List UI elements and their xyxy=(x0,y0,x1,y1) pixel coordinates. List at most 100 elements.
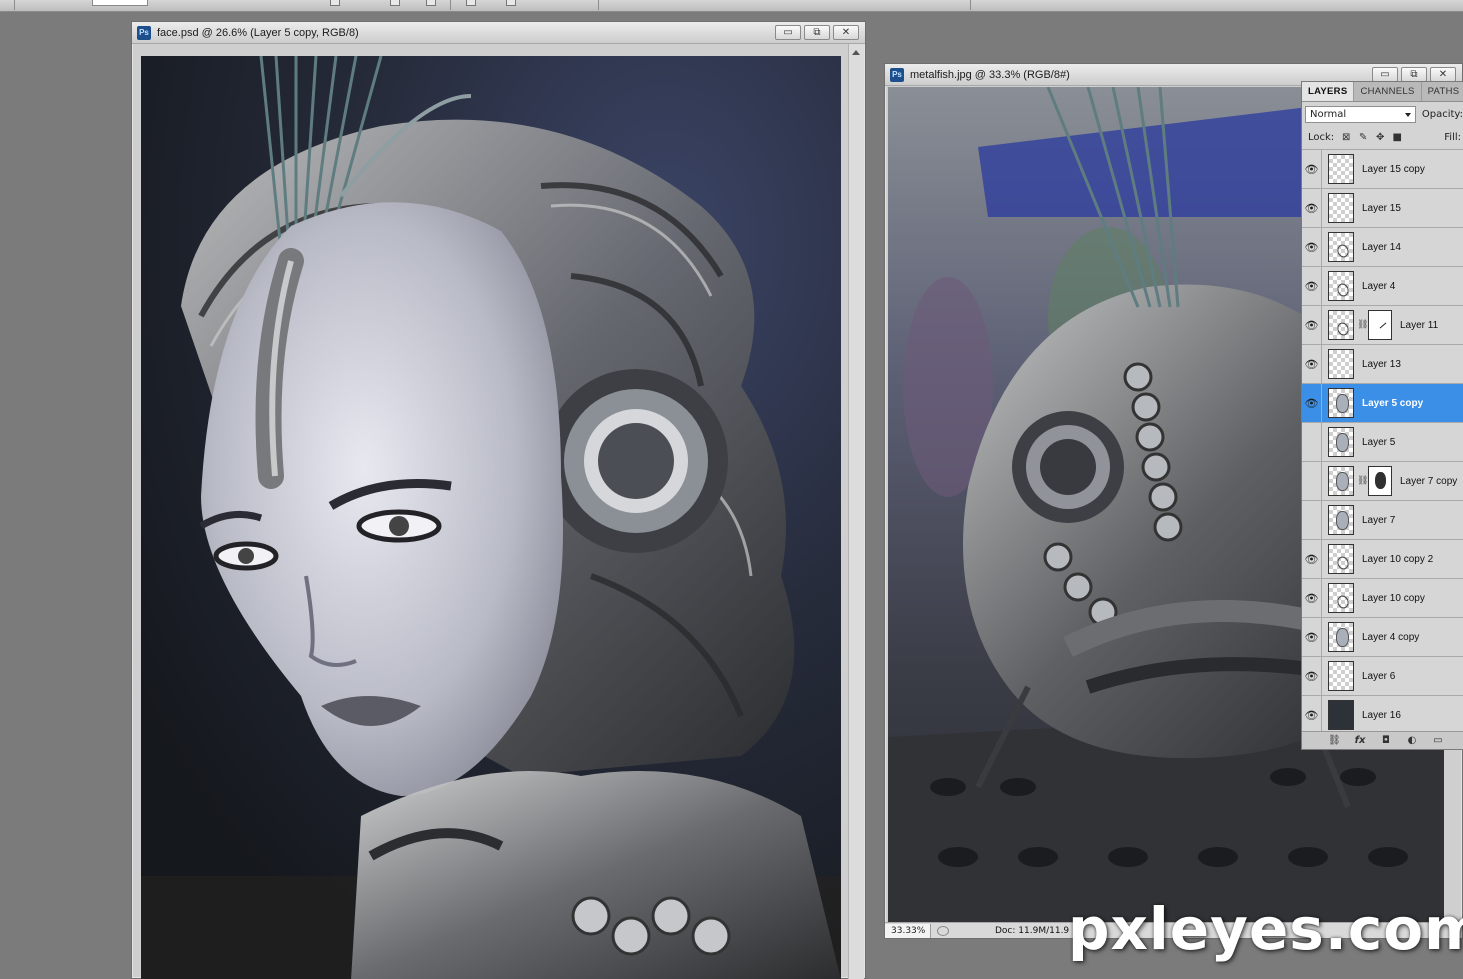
layer-row[interactable]: 👁 Layer 4 xyxy=(1302,267,1463,306)
layer-list: 👁 Layer 15 copy 👁 Layer 15 👁 Layer 14 👁 … xyxy=(1302,150,1463,735)
lock-move-icon[interactable]: ✥ xyxy=(1375,132,1385,143)
metalfish-window-title: metalfish.jpg @ 33.3% (RGB/8#) xyxy=(910,68,1070,81)
blend-mode-select[interactable]: Normal xyxy=(1305,105,1416,123)
minimize-button[interactable]: ▭ xyxy=(1372,67,1398,82)
tab-layers[interactable]: LAYERS xyxy=(1302,82,1355,101)
status-menu-icon[interactable] xyxy=(937,925,949,936)
tool-option-icon[interactable] xyxy=(426,0,436,6)
chain-link-icon[interactable]: ⛓ xyxy=(1357,476,1368,486)
face-vertical-scrollbar[interactable] xyxy=(848,44,864,979)
layer-name: Layer 16 xyxy=(1362,709,1401,721)
face-window-title: face.psd @ 26.6% (Layer 5 copy, RGB/8) xyxy=(157,26,359,39)
separator xyxy=(14,0,15,10)
scroll-up-icon[interactable] xyxy=(852,50,860,55)
layer-thumbnail xyxy=(1328,388,1354,418)
visibility-toggle[interactable]: 👁 xyxy=(1302,696,1322,734)
lock-brush-icon[interactable]: ✎ xyxy=(1358,132,1368,143)
new-group-icon[interactable]: ▭ xyxy=(1432,735,1444,747)
layer-thumbnail xyxy=(1328,622,1354,652)
zoom-level[interactable]: 33.33% xyxy=(885,923,931,938)
layer-name: Layer 6 xyxy=(1362,670,1396,682)
layer-name: Layer 5 copy xyxy=(1362,397,1424,409)
watermark: pxleyes.com xyxy=(1068,895,1463,963)
tool-option-icon[interactable] xyxy=(466,0,476,6)
layer-thumbnail xyxy=(1328,271,1354,301)
tab-paths[interactable]: PATHS xyxy=(1422,82,1463,101)
layer-row[interactable]: 👁 Layer 16 xyxy=(1302,696,1463,735)
maximize-button[interactable]: ⧉ xyxy=(804,25,830,40)
photoshop-icon: Ps xyxy=(137,25,151,40)
options-field[interactable] xyxy=(92,0,148,6)
layer-row[interactable]: 👁 Layer 10 copy 2 xyxy=(1302,540,1463,579)
eye-icon: 👁 xyxy=(1304,552,1319,566)
face-document-window[interactable]: Ps face.psd @ 26.6% (Layer 5 copy, RGB/8… xyxy=(131,21,866,979)
lock-row: Lock: ⊠ ✎ ✥ ■ Fill: xyxy=(1302,126,1463,150)
layer-thumbnail xyxy=(1328,154,1354,184)
layer-row-selected[interactable]: 👁 Layer 5 copy xyxy=(1302,384,1463,423)
layer-name: Layer 5 xyxy=(1362,436,1396,448)
tab-channels[interactable]: CHANNELS xyxy=(1354,82,1422,101)
face-title-bar[interactable]: Ps face.psd @ 26.6% (Layer 5 copy, RGB/8… xyxy=(132,22,865,44)
layer-thumbnail xyxy=(1328,583,1354,613)
layer-row[interactable]: 👁 Layer 4 copy xyxy=(1302,618,1463,657)
layer-mask-thumbnail[interactable] xyxy=(1368,310,1392,340)
lock-transparent-icon[interactable]: ⊠ xyxy=(1341,132,1351,143)
layers-panel: LAYERS CHANNELS PATHS Normal Opacity: Lo… xyxy=(1301,81,1463,750)
eye-icon: 👁 xyxy=(1304,630,1319,644)
layer-row[interactable]: 👁 Layer 6 xyxy=(1302,657,1463,696)
visibility-toggle[interactable]: 👁 xyxy=(1302,228,1322,266)
minimize-button[interactable]: ▭ xyxy=(775,25,801,40)
document-info: Doc: 11.9M/11.9 xyxy=(995,925,1070,936)
visibility-toggle[interactable]: 👁 xyxy=(1302,501,1322,539)
eye-icon: 👁 xyxy=(1304,279,1319,293)
photoshop-icon: Ps xyxy=(890,67,904,82)
eye-icon: 👁 xyxy=(1304,201,1319,215)
layer-mask-thumbnail[interactable] xyxy=(1368,466,1392,496)
layer-row[interactable]: 👁 Layer 15 xyxy=(1302,189,1463,228)
layer-thumbnail xyxy=(1328,193,1354,223)
visibility-toggle[interactable]: 👁 xyxy=(1302,462,1322,500)
layer-row[interactable]: 👁 ⛓ Layer 11 xyxy=(1302,306,1463,345)
tool-option-icon[interactable] xyxy=(506,0,516,6)
maximize-button[interactable]: ⧉ xyxy=(1401,67,1427,82)
visibility-toggle[interactable]: 👁 xyxy=(1302,540,1322,578)
layer-thumbnail xyxy=(1328,505,1354,535)
link-layers-icon[interactable]: ⛓ xyxy=(1328,735,1341,747)
visibility-toggle[interactable]: 👁 xyxy=(1302,150,1322,188)
eye-icon: 👁 xyxy=(1304,669,1319,683)
layer-row[interactable]: 👁 Layer 7 xyxy=(1302,501,1463,540)
visibility-toggle[interactable]: 👁 xyxy=(1302,384,1322,422)
layer-row[interactable]: 👁 Layer 14 xyxy=(1302,228,1463,267)
layer-row[interactable]: 👁 Layer 13 xyxy=(1302,345,1463,384)
tool-option-icon[interactable] xyxy=(390,0,400,6)
visibility-toggle[interactable]: 👁 xyxy=(1302,657,1322,695)
adjustment-layer-icon[interactable]: ◐ xyxy=(1406,735,1418,747)
visibility-toggle[interactable]: 👁 xyxy=(1302,579,1322,617)
layer-row[interactable]: 👁 ⛓ Layer 7 copy xyxy=(1302,462,1463,501)
visibility-toggle[interactable]: 👁 xyxy=(1302,618,1322,656)
add-mask-icon[interactable]: ◘ xyxy=(1380,735,1392,747)
robot-face-artwork xyxy=(141,56,841,979)
layer-name: Layer 4 xyxy=(1362,280,1396,292)
chain-link-icon[interactable]: ⛓ xyxy=(1357,320,1368,330)
visibility-toggle[interactable]: 👁 xyxy=(1302,423,1322,461)
visibility-toggle[interactable]: 👁 xyxy=(1302,267,1322,305)
layers-panel-footer: ⛓ fx ◘ ◐ ▭ xyxy=(1302,731,1463,749)
close-button[interactable]: ✕ xyxy=(1430,67,1456,82)
layer-row[interactable]: 👁 Layer 5 xyxy=(1302,423,1463,462)
tool-option-icon[interactable] xyxy=(330,0,340,6)
layer-thumbnail xyxy=(1328,661,1354,691)
visibility-toggle[interactable]: 👁 xyxy=(1302,345,1322,383)
visibility-toggle[interactable]: 👁 xyxy=(1302,306,1322,344)
eye-icon: 👁 xyxy=(1304,240,1319,254)
fx-icon[interactable]: fx xyxy=(1354,735,1366,747)
face-canvas[interactable] xyxy=(141,56,841,979)
layer-name: Layer 14 xyxy=(1362,241,1401,253)
eye-icon: 👁 xyxy=(1304,318,1319,332)
close-button[interactable]: ✕ xyxy=(833,25,859,40)
chevron-down-icon xyxy=(1404,112,1411,117)
visibility-toggle[interactable]: 👁 xyxy=(1302,189,1322,227)
layer-row[interactable]: 👁 Layer 10 copy xyxy=(1302,579,1463,618)
lock-all-icon[interactable]: ■ xyxy=(1392,132,1402,143)
layer-row[interactable]: 👁 Layer 15 copy xyxy=(1302,150,1463,189)
